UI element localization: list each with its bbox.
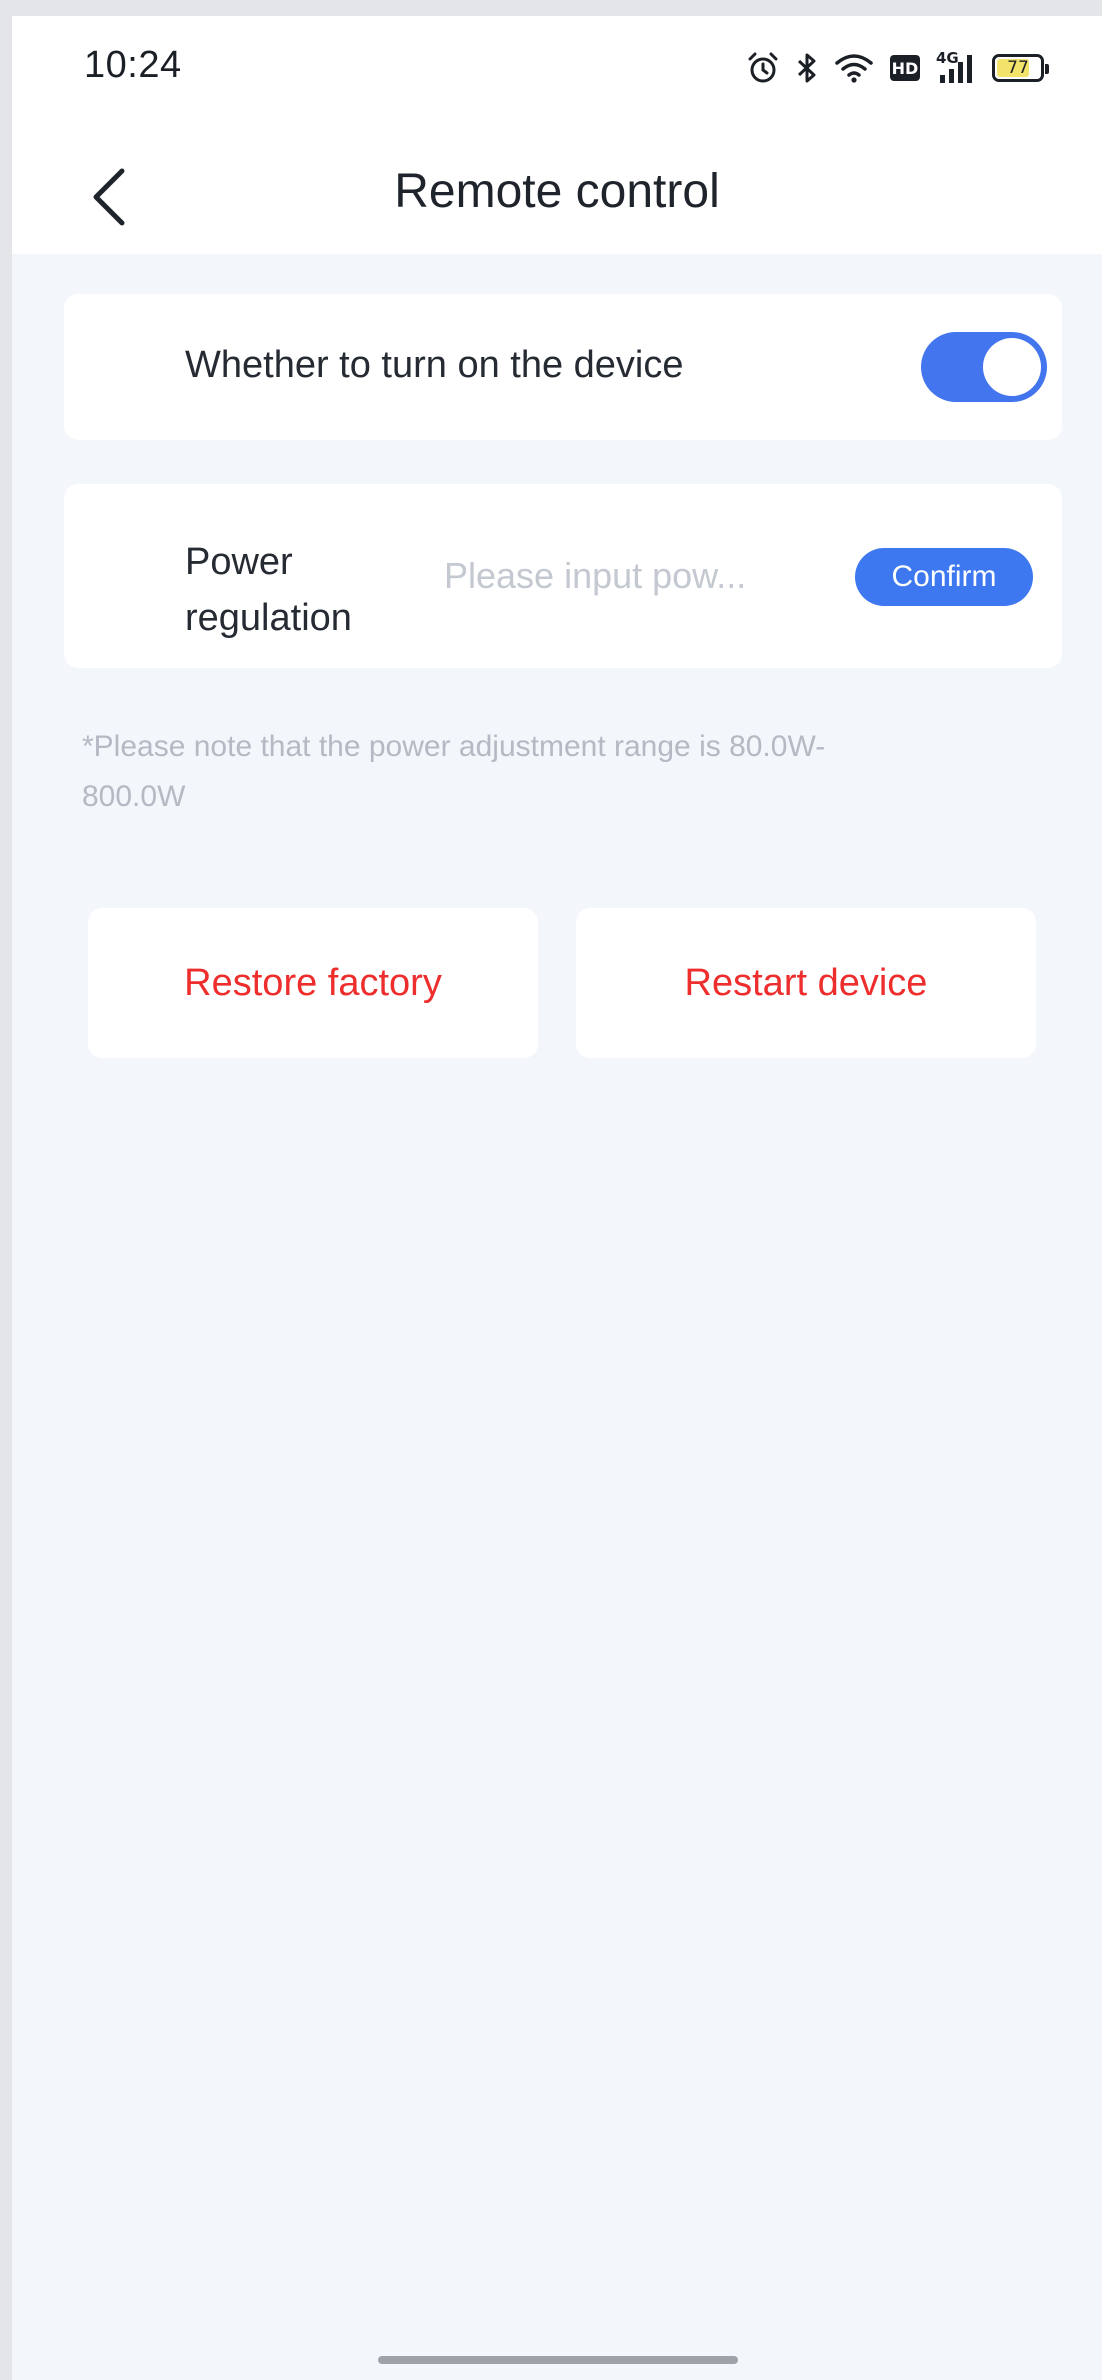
- device-toggle-label: Whether to turn on the device: [185, 344, 684, 386]
- battery-cap: [1045, 64, 1049, 74]
- top-bar: 10:24 HD 4G 77 Remote control: [12, 16, 1102, 254]
- signal-4g-icon: 4G: [936, 49, 976, 85]
- wifi-icon: [835, 54, 873, 83]
- device-power-card: Whether to turn on the device: [64, 294, 1062, 440]
- restore-factory-button[interactable]: Restore factory: [88, 908, 538, 1058]
- toggle-knob: [983, 338, 1041, 396]
- power-input[interactable]: [444, 546, 784, 606]
- confirm-button[interactable]: Confirm: [855, 548, 1033, 606]
- hd-icon: HD: [890, 55, 920, 81]
- battery-icon: 77: [992, 54, 1049, 82]
- restart-device-button[interactable]: Restart device: [576, 908, 1036, 1058]
- alarm-icon: [748, 52, 778, 83]
- bluetooth-icon: [797, 53, 816, 83]
- page-title: Remote control: [394, 165, 720, 218]
- status-icons: HD 4G 77: [746, 46, 1049, 90]
- battery-level: 77: [1007, 58, 1029, 78]
- power-regulation-card: Power regulation Confirm: [64, 484, 1062, 668]
- power-range-note: *Please note that the power adjustment r…: [82, 730, 826, 813]
- phone-screen: 10:24 HD 4G 77 Remote control Whether to…: [12, 16, 1102, 2380]
- power-regulation-label: Power regulation: [185, 541, 352, 639]
- device-toggle-switch[interactable]: [921, 332, 1047, 402]
- home-indicator[interactable]: [378, 2356, 738, 2364]
- status-time: 10:24: [84, 44, 182, 86]
